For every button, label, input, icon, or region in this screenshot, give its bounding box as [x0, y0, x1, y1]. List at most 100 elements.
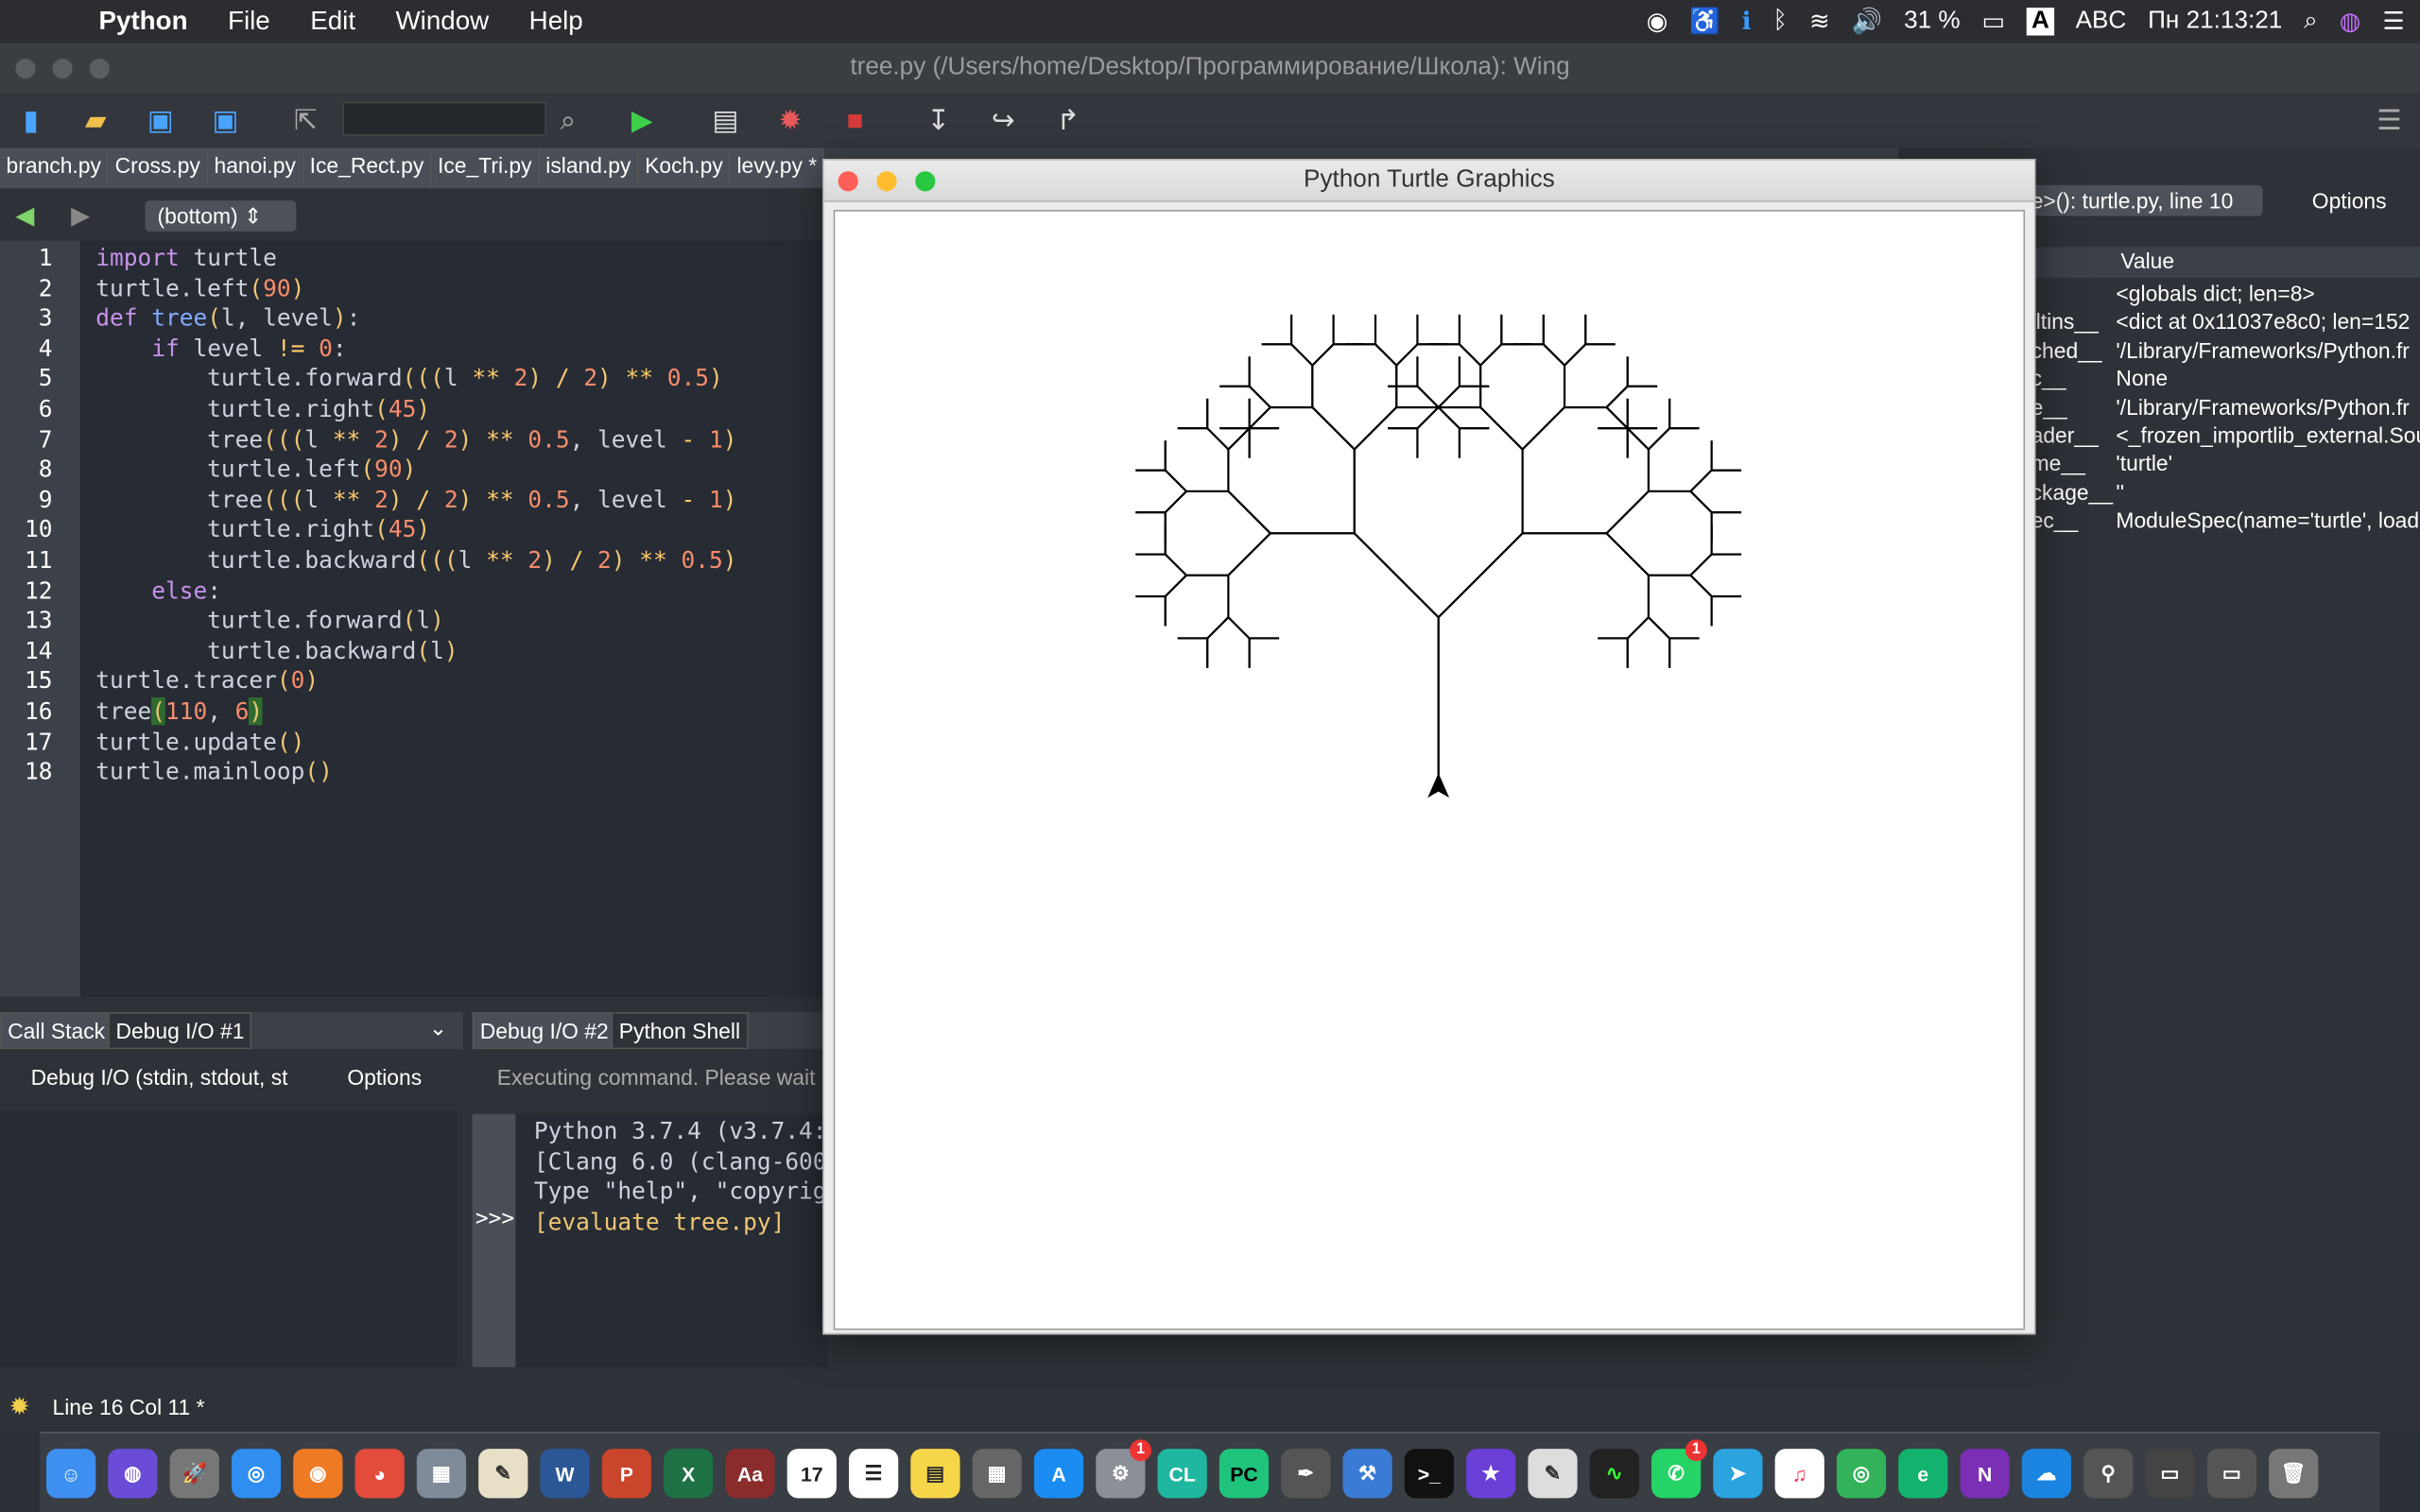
clock[interactable]: Пн 21:13:21	[2148, 8, 2282, 35]
search-input[interactable]	[342, 101, 546, 136]
code-line[interactable]: turtle.forward(l)	[95, 607, 444, 637]
telegram-icon[interactable]: ➤	[1713, 1449, 1763, 1499]
terminal-icon[interactable]: >_	[1404, 1449, 1455, 1499]
debug-io-output[interactable]	[0, 1110, 458, 1367]
run-icon[interactable]: ▶	[624, 102, 661, 139]
scope-select[interactable]: (bottom) ⇕	[145, 200, 297, 232]
stop-icon[interactable]: ■	[837, 102, 873, 139]
code-line[interactable]: turtle.backward(((l ** 2) / 2) ** 0.5)	[95, 546, 736, 576]
code-line[interactable]: import turtle	[95, 244, 277, 274]
frame-select[interactable]: e>(): turtle.py, line 10	[2031, 184, 2263, 216]
open-folder-icon[interactable]: ▰	[78, 102, 114, 139]
tab-python-shell[interactable]: Python Shell	[611, 1012, 749, 1050]
notes-icon[interactable]: ▤	[910, 1449, 960, 1499]
trash-icon[interactable]: 🗑	[2269, 1449, 2319, 1499]
minimize-icon[interactable]	[876, 171, 897, 192]
code-editor[interactable]: import turtle turtle.left(90) def tree(l…	[79, 240, 821, 997]
code-line[interactable]: def tree(l, level):	[95, 304, 360, 335]
excel-icon[interactable]: X	[664, 1449, 714, 1499]
code-line[interactable]: turtle.update()	[95, 728, 304, 758]
code-line[interactable]: tree(110, 6)	[95, 696, 264, 728]
activity-monitor-icon[interactable]: ∿	[1589, 1449, 1639, 1499]
evernote-icon[interactable]: e	[1898, 1449, 1948, 1499]
wifi-icon[interactable]: ≋	[1809, 7, 1830, 38]
tab-ice-rect[interactable]: Ice_Rect.py	[303, 147, 432, 189]
chrome-icon[interactable]: ◕	[354, 1449, 405, 1499]
menu-file[interactable]: File	[228, 7, 270, 38]
breakpoint-file-icon[interactable]: ▤	[707, 102, 744, 139]
dictionary-icon[interactable]: Aa	[725, 1449, 775, 1499]
onenote-icon[interactable]: N	[1960, 1449, 2010, 1499]
code-line[interactable]: tree(((l ** 2) / 2) ** 0.5, level - 1)	[95, 486, 736, 516]
rocket-icon[interactable]: ⚲	[2083, 1449, 2134, 1499]
input-source[interactable]: ABC	[2076, 8, 2127, 35]
xcode-tools-icon[interactable]: ⚒	[1342, 1449, 1392, 1499]
code-line[interactable]: turtle.tracer(0)	[95, 667, 319, 697]
search-icon[interactable]: ⌕	[549, 102, 586, 139]
reminders-icon[interactable]: ☰	[848, 1449, 899, 1499]
back-icon[interactable]: ◀	[15, 200, 34, 232]
menu-edit[interactable]: Edit	[310, 7, 355, 38]
menu-icon[interactable]: ☰	[2371, 102, 2408, 139]
tab-island[interactable]: island.py	[539, 147, 639, 189]
notification-center-icon[interactable]: ☰	[2382, 7, 2404, 38]
textedit-icon[interactable]: ✎	[478, 1449, 528, 1499]
pycharm-icon[interactable]: PC	[1219, 1449, 1270, 1499]
new-file-icon[interactable]: ▮	[12, 102, 49, 139]
stack-options[interactable]: Options	[2312, 188, 2387, 213]
menu-help[interactable]: Help	[529, 7, 583, 38]
powerpoint-icon[interactable]: P	[601, 1449, 651, 1499]
step-into-icon[interactable]: ↧	[920, 102, 957, 139]
code-line[interactable]: turtle.left(90)	[95, 274, 304, 304]
code-line[interactable]: turtle.forward(((l ** 2) / 2) ** 0.5)	[95, 365, 723, 395]
find-my-icon[interactable]: ◎	[1836, 1449, 1887, 1499]
step-over-icon[interactable]: ↪	[985, 102, 1022, 139]
debug-bug-icon[interactable]: ✹	[771, 102, 808, 139]
tab-levy[interactable]: levy.py *	[730, 147, 825, 189]
battery-percent[interactable]: 31 %	[1904, 8, 1961, 35]
word-icon[interactable]: W	[540, 1449, 590, 1499]
accessibility-icon[interactable]: ♿	[1689, 7, 1720, 38]
calendar-icon[interactable]: 17	[786, 1449, 837, 1499]
close-icon[interactable]	[838, 171, 858, 192]
downloads-icon[interactable]: ▭	[2206, 1449, 2257, 1499]
spotlight-icon[interactable]: ⌕	[2304, 8, 2318, 35]
tab-debug-io-1[interactable]: Debug I/O #1	[108, 1012, 252, 1050]
shell-output[interactable]: >>> Python 3.7.4 (v3.7.4:e [Clang 6.0 (c…	[472, 1113, 840, 1367]
debug-io-options[interactable]: Options	[347, 1065, 422, 1090]
tab-hanoi[interactable]: hanoi.py	[207, 147, 304, 189]
settings-icon[interactable]: ⚙ 1	[1096, 1439, 1151, 1499]
launchpad-icon[interactable]: 🚀	[169, 1449, 219, 1499]
preview-icon[interactable]: ▦	[416, 1449, 467, 1499]
imovie-icon[interactable]: ★	[1466, 1449, 1516, 1499]
code-line[interactable]: else:	[95, 576, 221, 607]
turtle-canvas[interactable]	[833, 210, 2026, 1331]
zoom-icon[interactable]	[89, 59, 110, 79]
volume-icon[interactable]: 🔊	[1852, 7, 1883, 38]
tab-debug-io-2[interactable]: Debug I/O #2	[472, 1012, 616, 1050]
code-line[interactable]: turtle.right(45)	[95, 395, 430, 425]
select-pointer-icon[interactable]: ⇱	[287, 102, 324, 139]
safari-icon[interactable]: ◎	[231, 1449, 282, 1499]
calculator-icon[interactable]: ▦	[972, 1449, 1022, 1499]
location-icon[interactable]: ◉	[1647, 7, 1668, 38]
app-store-icon[interactable]: A	[1033, 1449, 1084, 1499]
menu-app[interactable]: Python	[98, 7, 187, 38]
minimize-icon[interactable]	[52, 59, 73, 79]
tab-cross[interactable]: Cross.py	[109, 147, 208, 189]
screenshot-thumb-icon[interactable]: ▭	[2145, 1449, 2195, 1499]
save-icon[interactable]: ▣	[142, 102, 179, 139]
script-editor-icon[interactable]: ✎	[1528, 1449, 1578, 1499]
whatsapp-icon[interactable]: ✆ 1	[1651, 1439, 1707, 1499]
code-line[interactable]: if level != 0:	[95, 335, 346, 365]
firefox-icon[interactable]: ◉	[293, 1449, 343, 1499]
music-icon[interactable]: ♫	[1774, 1449, 1824, 1499]
chevron-down-icon[interactable]: ⌄	[429, 1015, 447, 1041]
siri-icon[interactable]: ◍	[108, 1449, 158, 1499]
tab-ice-tri[interactable]: Ice_Tri.py	[431, 147, 540, 189]
tab-koch[interactable]: Koch.py	[638, 147, 731, 189]
code-line[interactable]: turtle.mainloop()	[95, 758, 333, 788]
clion-icon[interactable]: CL	[1157, 1449, 1207, 1499]
code-line[interactable]: turtle.right(45)	[95, 516, 430, 546]
onedrive-icon[interactable]: ☁	[2021, 1449, 2072, 1499]
